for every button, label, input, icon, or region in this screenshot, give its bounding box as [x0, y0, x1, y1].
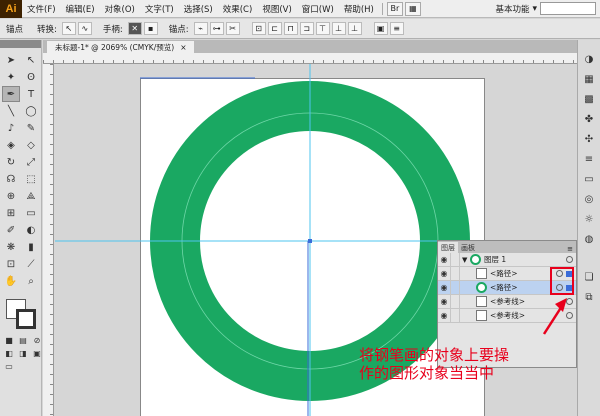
- annotation-line-1: 将钢笔画的对象上要操: [359, 346, 510, 364]
- annotation-text: 将钢笔画的对象上要操 作的图形对象当当中: [359, 346, 579, 382]
- annotation-line-2: 作的图形对象当当中: [359, 364, 495, 382]
- annotation-arrow: [542, 305, 564, 335]
- annotation-arrow-head: [555, 298, 567, 312]
